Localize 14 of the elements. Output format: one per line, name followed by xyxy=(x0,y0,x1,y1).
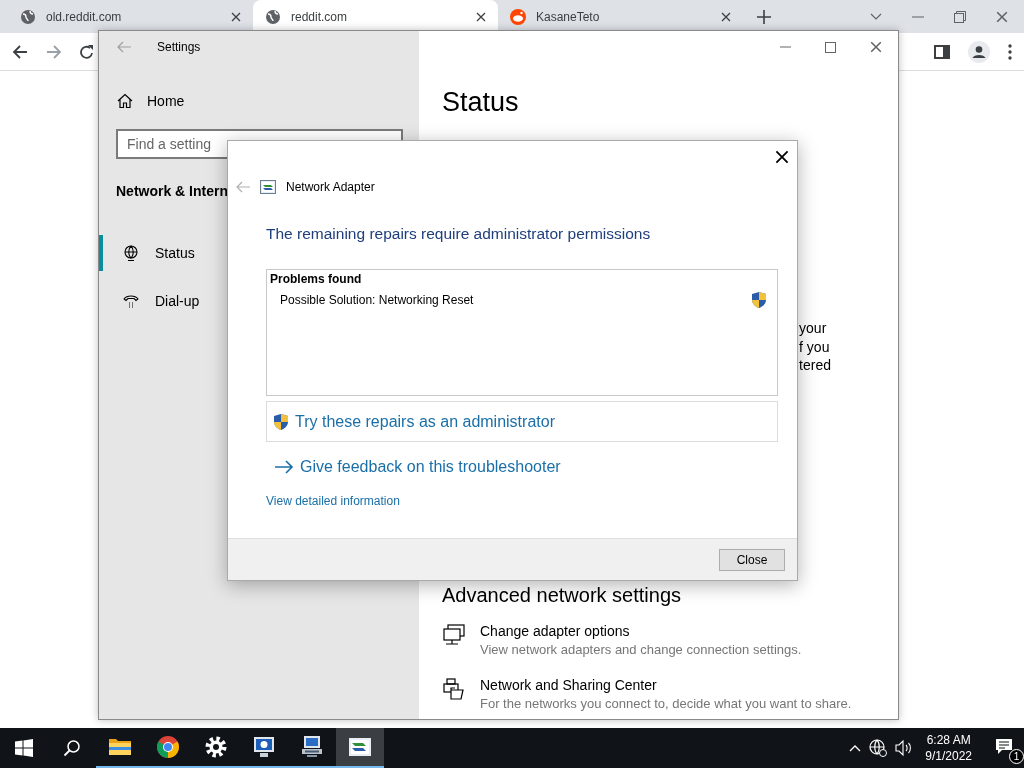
body-text: your xyxy=(799,319,828,338)
problem-item: Possible Solution: Networking Reset xyxy=(280,293,474,307)
window-title: Settings xyxy=(157,40,201,54)
link-description: View network adapters and change connection settings. xyxy=(480,641,802,657)
page-heading: Status xyxy=(442,87,520,118)
body-text: tered xyxy=(799,356,831,375)
section-heading: Advanced network settings xyxy=(442,583,683,607)
section-title: Network & Intern xyxy=(116,183,228,199)
list-heading: Problems found xyxy=(270,272,363,286)
dialog-title: Network Adapter xyxy=(286,180,375,194)
body-text: f you xyxy=(799,337,831,356)
dialog-heading: The remaining repairs require administrator permissions xyxy=(266,225,652,243)
link-description: For the networks you connect to, decide what you want to share. xyxy=(480,695,852,711)
notification-count: 1 xyxy=(1009,749,1024,764)
